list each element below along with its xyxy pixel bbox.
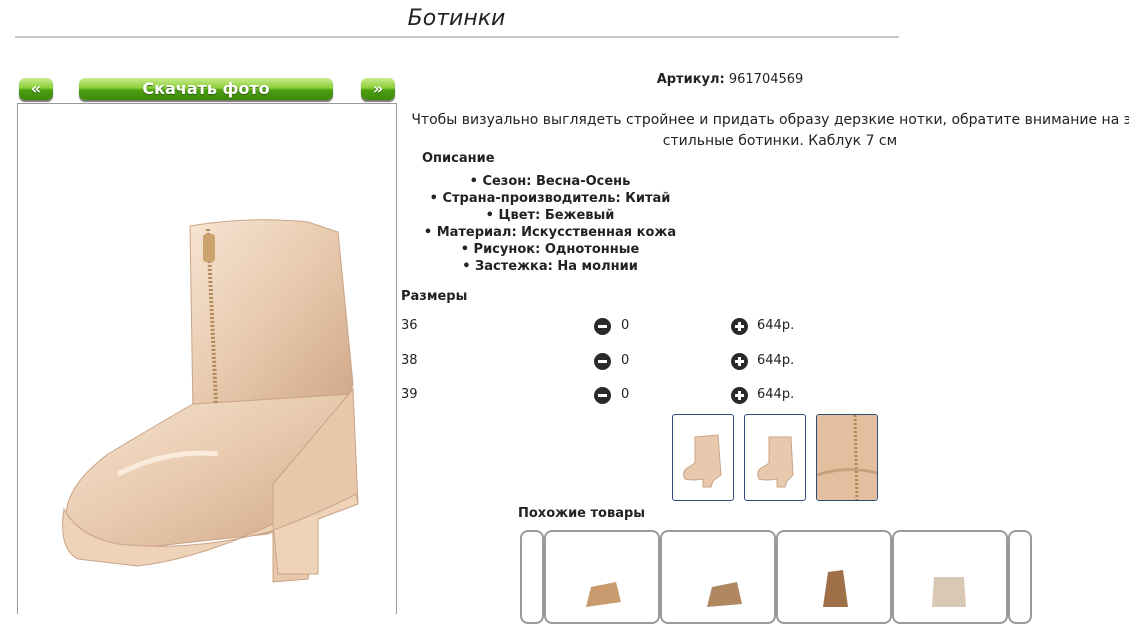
size-price: 644р.	[757, 318, 795, 333]
feature-item: Сезон: Весна-Осень	[400, 173, 700, 190]
size-label: 38	[401, 353, 418, 368]
similar-item[interactable]	[544, 530, 660, 624]
plus-icon[interactable]	[731, 318, 748, 335]
article-label: Артикул:	[656, 72, 725, 87]
minus-icon[interactable]	[594, 387, 611, 404]
feature-item: Рисунок: Однотонные	[400, 241, 700, 258]
thumbnail-2[interactable]	[744, 414, 806, 501]
article-info: Артикул: 961704569	[560, 72, 900, 87]
feature-item: Страна-производитель: Китай	[400, 190, 700, 207]
download-photo-button[interactable]: Скачать фото	[79, 78, 333, 100]
prev-photo-button[interactable]: «	[19, 78, 53, 100]
sizes-heading: Размеры	[401, 289, 468, 304]
quantity-value: 0	[621, 353, 630, 368]
article-value: 961704569	[728, 72, 804, 87]
thumbnail-3[interactable]	[816, 414, 878, 501]
quantity-value: 0	[621, 318, 630, 333]
similar-item[interactable]	[660, 530, 776, 624]
size-label: 39	[401, 387, 418, 402]
similar-item[interactable]	[776, 530, 892, 624]
similar-scroll-left[interactable]	[520, 530, 544, 624]
size-price: 644р.	[757, 387, 795, 402]
product-description: Чтобы визуально выглядеть стройнее и при…	[411, 112, 1129, 149]
feature-item: Материал: Искусственная кожа	[400, 224, 700, 241]
similar-item-image	[932, 577, 966, 607]
plus-icon[interactable]	[731, 387, 748, 404]
plus-icon[interactable]	[731, 353, 748, 370]
feature-item: Застежка: На молнии	[400, 258, 700, 275]
zipper-detail-image	[817, 415, 877, 500]
similar-scroll-right[interactable]	[1008, 530, 1032, 624]
similar-item-image	[586, 582, 621, 607]
size-row: 39 0 644р.	[0, 387, 1129, 407]
size-price: 644р.	[757, 353, 795, 368]
boot-thumbnail-image	[683, 434, 722, 488]
description-heading: Описание	[422, 151, 495, 166]
next-photo-button[interactable]: »	[361, 78, 395, 100]
title-divider	[15, 36, 899, 38]
size-row: 36 0 644р.	[0, 318, 1129, 338]
similar-item[interactable]	[892, 530, 1008, 624]
similar-item-image	[823, 570, 848, 607]
size-row: 38 0 644р.	[0, 353, 1129, 373]
boot-thumbnail-image	[757, 436, 794, 488]
minus-icon[interactable]	[594, 318, 611, 335]
thumbnail-1[interactable]	[672, 414, 734, 501]
size-label: 36	[401, 318, 418, 333]
page-title: Ботинки	[407, 6, 506, 31]
similar-heading: Похожие товары	[518, 506, 646, 521]
feature-item: Цвет: Бежевый	[400, 207, 700, 224]
minus-icon[interactable]	[594, 353, 611, 370]
quantity-value: 0	[621, 387, 630, 402]
feature-list: Сезон: Весна-Осень Страна-производитель:…	[400, 173, 700, 275]
similar-item-image	[707, 582, 742, 607]
